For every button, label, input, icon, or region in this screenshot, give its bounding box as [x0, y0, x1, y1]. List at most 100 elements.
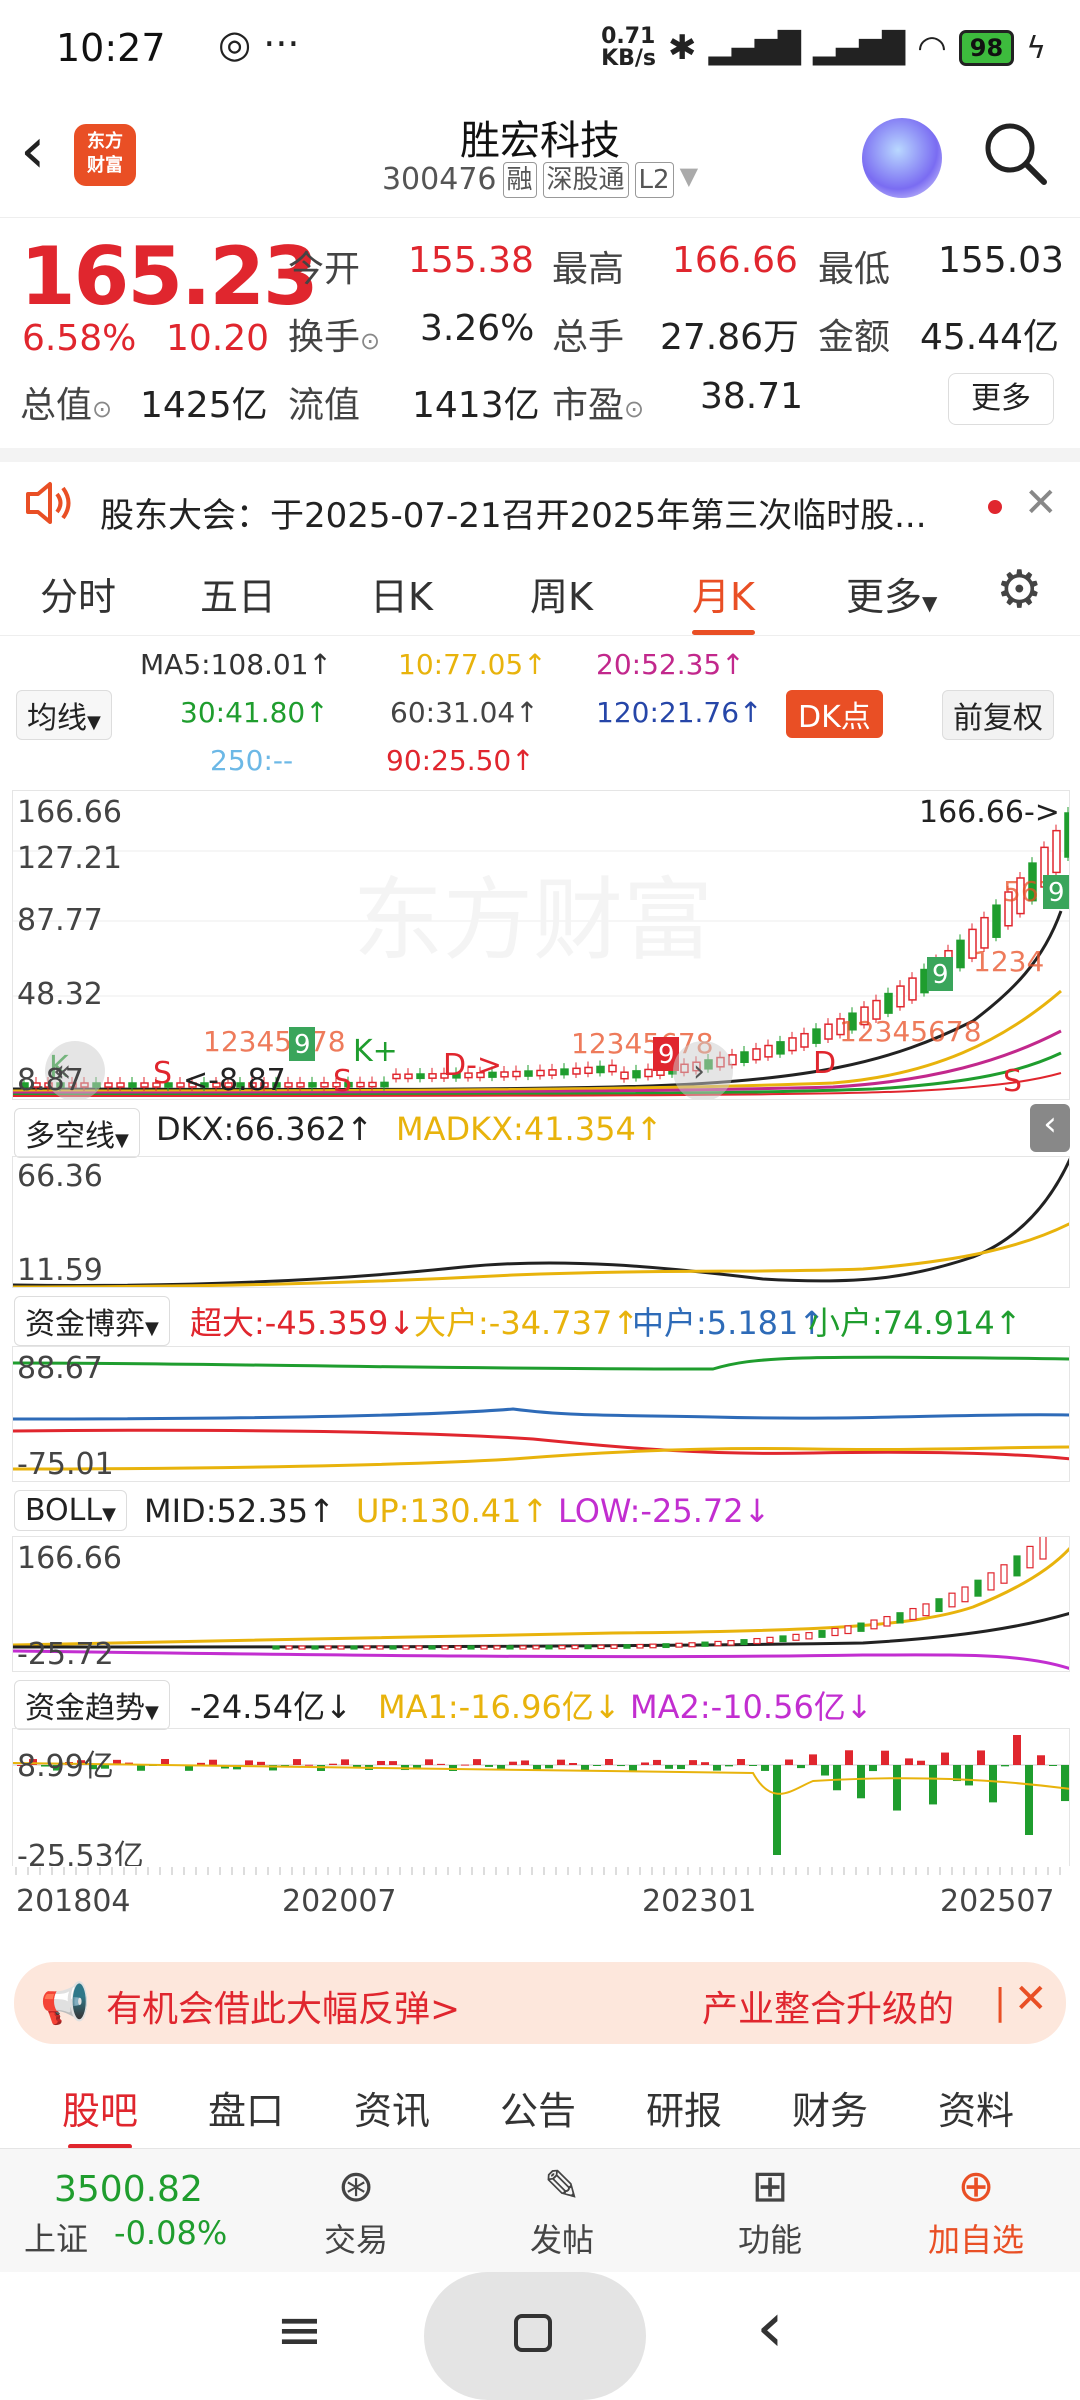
fund-trend-bar	[965, 1765, 973, 1786]
boll-candle	[792, 1633, 800, 1641]
tab-financials[interactable]: 财务	[792, 2080, 868, 2135]
close-icon[interactable]: ✕	[1014, 1976, 1048, 2022]
info-icon[interactable]: ⊙	[92, 395, 112, 423]
search-icon[interactable]	[980, 118, 1050, 192]
more-quote-button[interactable]: 更多	[948, 373, 1054, 425]
boll-candle	[896, 1612, 904, 1624]
fund-trend-bar	[665, 1765, 673, 1769]
dk-point-button[interactable]: DK点	[786, 690, 883, 738]
dkx-selector[interactable]: 多空线▼	[14, 1108, 140, 1158]
fund-trend-bar	[245, 1760, 253, 1765]
adjust-button[interactable]: 前复权	[942, 690, 1054, 740]
tab-weekly-k[interactable]: 周K	[530, 566, 593, 621]
fund-trend-bars	[17, 1735, 1069, 1855]
boll-candle	[844, 1625, 852, 1635]
fund-large-value: 大户:-34.737↑	[414, 1304, 640, 1342]
fund-trend-bar	[437, 1763, 445, 1765]
quote-value-low: 155.03	[938, 240, 1064, 281]
boll-candle	[571, 1644, 579, 1650]
fund-trend-selector[interactable]: 资金趋势▼	[14, 1680, 170, 1730]
boll-candle	[701, 1641, 709, 1647]
functions-button[interactable]: ⊞ 功能	[700, 2159, 840, 2261]
fund-trend-bar	[893, 1765, 901, 1811]
menu-icon[interactable]: ≡	[276, 2298, 323, 2363]
fund-game-selector[interactable]: 资金博弈▼	[14, 1296, 170, 1346]
fund-trend-bar	[737, 1759, 745, 1765]
chevron-down-icon: ▼	[145, 1318, 159, 1339]
fund-trend-bar	[341, 1759, 349, 1765]
fund-trend-bar	[917, 1760, 925, 1765]
fund-trend-bar	[857, 1765, 865, 1799]
boll-candle	[467, 1645, 475, 1650]
boll-selector-label: BOLL	[25, 1493, 103, 1528]
fund-trend-bar	[1037, 1755, 1045, 1765]
boll-selector[interactable]: BOLL▼	[14, 1490, 127, 1531]
dkx-chart[interactable]: 66.36 11.59	[12, 1156, 1070, 1288]
notice-bar[interactable]: 股东大会：于2025-07-21召开2025年第三次临时股... ✕	[0, 448, 1080, 544]
tab-news[interactable]: 资讯	[354, 2080, 430, 2135]
trade-button[interactable]: ⊛ 交易	[286, 2159, 426, 2261]
notice-text[interactable]: 股东大会：于2025-07-21召开2025年第三次临时股...	[100, 488, 927, 537]
fund-trend-legend: 资金趋势▼ -24.54亿↓ MA1:-16.96亿↓ MA2:-10.56亿↓	[0, 1676, 1080, 1730]
info-icon[interactable]: ⊙	[360, 327, 380, 355]
ma-selector[interactable]: 均线▼	[16, 690, 112, 740]
ma30-value: 30:41.80↑	[180, 696, 329, 729]
yen-trade-icon: ⊛	[337, 2161, 375, 2212]
quote-value-turnover: 3.26%	[420, 308, 535, 349]
tab-intraday[interactable]: 分时	[40, 566, 116, 621]
candle-body	[956, 939, 965, 969]
fund-trend-bar	[845, 1750, 853, 1765]
fund-trend-bar	[329, 1763, 337, 1765]
tab-forum[interactable]: 股吧	[62, 2080, 138, 2149]
boll-candle	[922, 1603, 930, 1617]
fund-trend-bar	[629, 1765, 637, 1771]
fund-game-chart[interactable]: 88.67 -75.01	[12, 1346, 1070, 1482]
fund-game-legend: 资金博弈▼ 超大:-45.359↓ 大户:-34.737↑ 中户:5.181↑ …	[0, 1292, 1080, 1346]
boll-candle	[870, 1619, 878, 1630]
boll-candle	[519, 1645, 527, 1650]
quote-value-volume: 27.86万	[660, 317, 800, 358]
tab-more[interactable]: 更多▼	[846, 566, 937, 621]
fund-trend-bar	[797, 1765, 805, 1769]
quote-value-float-cap: 1413亿	[412, 385, 540, 426]
tab-daily-k[interactable]: 日K	[370, 566, 433, 621]
tab-monthly-k[interactable]: 月K	[692, 566, 755, 635]
promo-banner[interactable]: 📢 有机会借此大幅反弹> 产业整合升级的 | ✕	[14, 1962, 1066, 2044]
promo-right-text[interactable]: 产业整合升级的	[702, 1980, 954, 2032]
bluetooth-icon: ✱	[668, 28, 697, 68]
last-price: 165.23	[20, 230, 319, 323]
fund-trend-bar	[1013, 1735, 1021, 1765]
tab-five-day[interactable]: 五日	[200, 566, 276, 621]
tab-orderbook[interactable]: 盘口	[208, 2080, 284, 2135]
boll-chart[interactable]: 166.66 -25.72	[12, 1536, 1070, 1672]
tab-research[interactable]: 研报	[646, 2080, 722, 2135]
kline-chart[interactable]: 东方财富 12345678 9 12345678 9 12345678 9 12…	[12, 790, 1070, 1100]
boll-candle	[636, 1643, 644, 1649]
boll-candle	[948, 1592, 956, 1608]
change-amount: 10.20	[166, 318, 270, 359]
fund-mid-value: 中户:5.181↑	[632, 1304, 826, 1342]
robot-assistant-icon[interactable]	[862, 118, 942, 198]
settings-gear-icon[interactable]: ⚙	[996, 560, 1043, 620]
candle-body	[608, 1064, 617, 1073]
network-speed: 0.71 KB/s	[601, 24, 657, 71]
back-nav-icon[interactable]: ‹	[756, 2286, 784, 2368]
fund-trend-bar	[257, 1761, 265, 1765]
promo-left-text[interactable]: 有机会借此大幅反弹>	[106, 1980, 460, 2032]
quote-panel: 165.23 6.58% 10.20 今开 155.38 最高 166.66 最…	[0, 218, 1080, 448]
svg-text:›: ›	[693, 1054, 705, 1089]
boll-candle	[350, 1645, 358, 1650]
ma60-value: 60:31.04↑	[390, 696, 539, 729]
quote-field-pe: 市盈⊙	[552, 385, 645, 426]
info-icon[interactable]: ⊙	[624, 395, 644, 423]
post-button[interactable]: ✎ 发帖	[492, 2159, 632, 2261]
index-ticker[interactable]: 3500.82 上证 -0.08%	[24, 2169, 227, 2260]
collapse-panel-icon[interactable]: ‹	[1030, 1104, 1070, 1152]
fund-trend-chart[interactable]: 8.99亿 -25.53亿	[12, 1728, 1070, 1866]
boll-candle	[285, 1645, 293, 1650]
tab-announcements[interactable]: 公告	[500, 2080, 576, 2135]
tab-profile[interactable]: 资料	[938, 2080, 1014, 2135]
close-icon[interactable]: ✕	[1024, 480, 1058, 526]
fund-trend-bar	[389, 1761, 397, 1765]
add-watchlist-button[interactable]: ⊕ 加自选	[906, 2159, 1046, 2261]
